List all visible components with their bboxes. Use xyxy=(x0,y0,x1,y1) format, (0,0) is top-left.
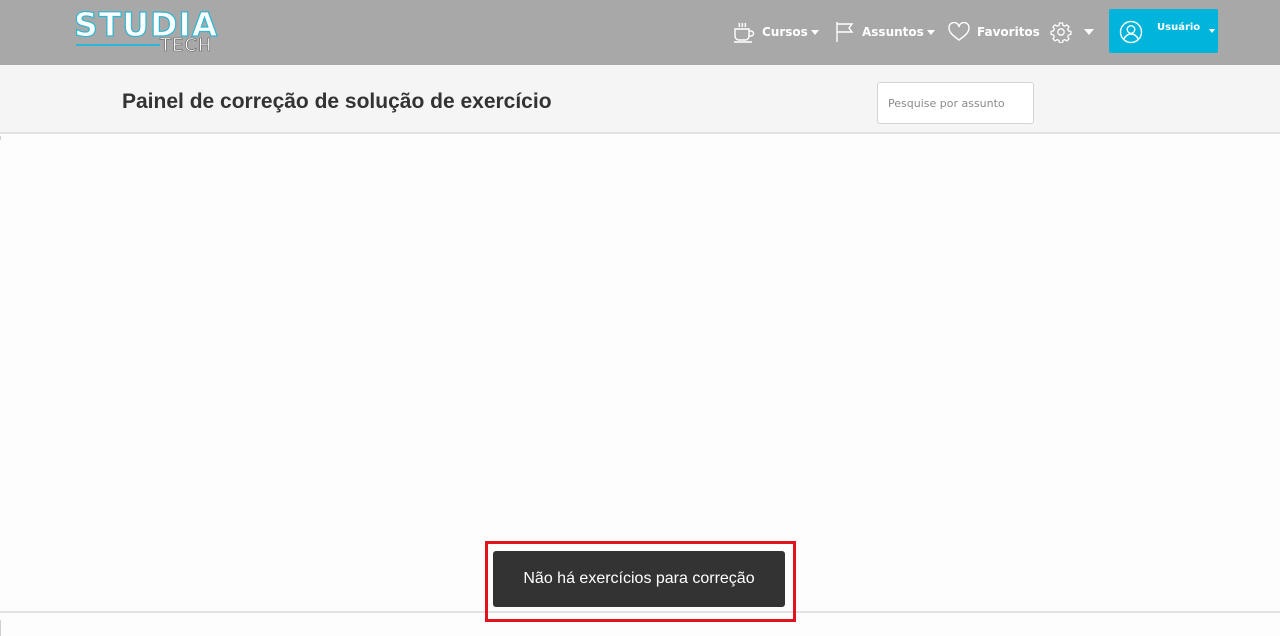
nav-assuntos-label: Assuntos xyxy=(862,25,924,39)
chevron-down-icon xyxy=(1084,29,1094,35)
search-input[interactable] xyxy=(877,82,1034,124)
top-navbar: STUDIA TECH Cursos Assuntos Favoritos Us… xyxy=(0,0,1280,65)
settings-menu[interactable] xyxy=(1050,18,1094,46)
user-name-label: Usuário xyxy=(1157,22,1201,33)
user-menu-button[interactable]: Usuário xyxy=(1109,9,1218,53)
user-circle-icon xyxy=(1119,20,1143,49)
page-header: Painel de correção de solução de exercíc… xyxy=(0,65,1280,134)
heart-icon xyxy=(947,22,971,42)
nav-assuntos[interactable]: Assuntos xyxy=(834,18,935,46)
logo-sub-text: TECH xyxy=(160,35,213,57)
left-edge-divider xyxy=(0,136,1,140)
gear-icon xyxy=(1050,21,1072,43)
toast-message: Não há exercícios para correção xyxy=(523,570,755,587)
studia-tech-logo[interactable]: STUDIA TECH xyxy=(73,5,217,58)
chevron-down-icon xyxy=(926,29,935,35)
chevron-down-icon xyxy=(810,29,819,35)
nav-favoritos-label: Favoritos xyxy=(977,25,1040,39)
flag-icon xyxy=(834,21,856,43)
empty-state-toast: Não há exercícios para correção xyxy=(493,551,785,607)
coffee-cup-icon xyxy=(732,21,756,43)
nav-cursos-label: Cursos xyxy=(762,25,808,39)
nav-favoritos[interactable]: Favoritos xyxy=(947,18,1040,46)
left-edge-divider xyxy=(0,620,1,636)
logo-underline xyxy=(76,44,160,46)
page-title: Painel de correção de solução de exercíc… xyxy=(122,90,552,113)
chevron-down-icon xyxy=(1209,29,1215,33)
nav-cursos[interactable]: Cursos xyxy=(732,18,819,46)
